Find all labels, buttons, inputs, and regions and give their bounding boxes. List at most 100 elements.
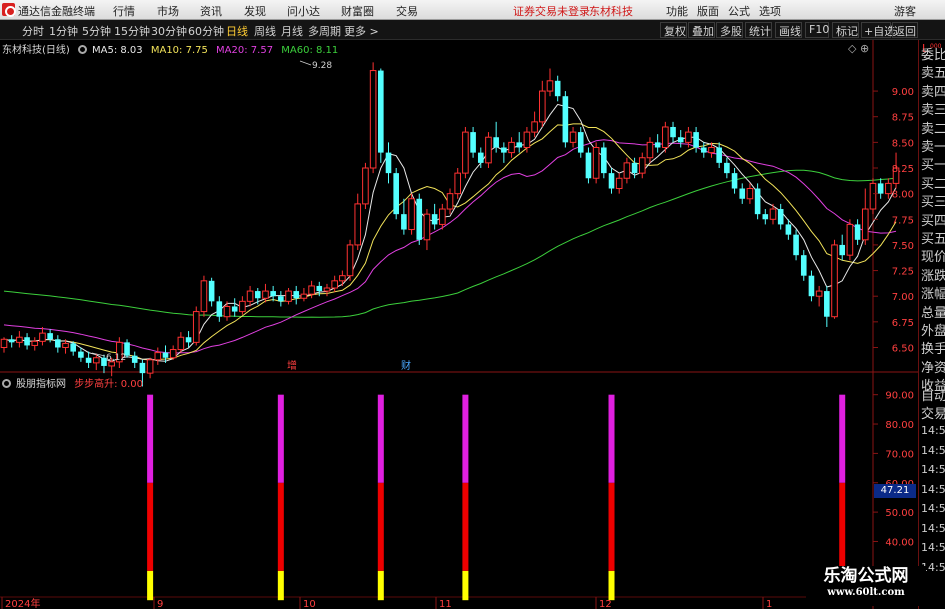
signal-bar-segment bbox=[377, 570, 384, 601]
ma20-label: MA20: 7.57 bbox=[216, 45, 274, 56]
signal-bar-segment bbox=[277, 394, 284, 483]
period-more[interactable]: 更多 > bbox=[344, 23, 379, 39]
indicator-value: 步步高升: 0.00 bbox=[74, 379, 144, 390]
add-watchlist-button[interactable]: +自选 bbox=[864, 23, 895, 39]
candle-body-down bbox=[378, 70, 384, 153]
menu-item-function[interactable]: 功能 bbox=[666, 3, 688, 19]
menu-item-layout[interactable]: 版面 bbox=[697, 3, 719, 19]
menu-item-market[interactable]: 行情 bbox=[113, 3, 135, 19]
ma5-label: MA5: 8.03 bbox=[92, 45, 143, 56]
candle-body-down bbox=[631, 162, 638, 174]
stock-chart[interactable]: 9.00 8.75 8.50 8.25 8.00 7.75 7.50 7.25 7.00 6.75… bbox=[0, 40, 918, 609]
guest-button[interactable]: 游客 bbox=[894, 3, 916, 19]
sub-settings-gear-icon[interactable] bbox=[2, 379, 11, 388]
candle-body-up bbox=[831, 244, 838, 318]
chart-toggle-icon[interactable]: ◇ ⊕ bbox=[848, 42, 869, 55]
candle-body-down bbox=[824, 291, 830, 317]
price-tick-label: 9.00 bbox=[892, 87, 914, 98]
candle-body-up bbox=[685, 131, 692, 143]
date-tick-label: 2024年 bbox=[5, 597, 40, 609]
f10-button[interactable]: F10 bbox=[809, 23, 829, 36]
trade-login-notice[interactable]: 证券交易未登录 bbox=[513, 3, 590, 19]
menu-item-markets[interactable]: 市场 bbox=[157, 3, 179, 19]
candle-body-down bbox=[78, 351, 84, 358]
period-5min[interactable]: 5分钟 bbox=[82, 23, 111, 39]
statistics-button[interactable]: 统计 bbox=[749, 23, 771, 39]
candle-body-up bbox=[454, 172, 462, 195]
candle-body-down bbox=[554, 80, 561, 97]
candle-body-up bbox=[154, 352, 162, 361]
period-1min[interactable]: 1分钟 bbox=[49, 23, 78, 39]
period-weekly[interactable]: 周线 bbox=[254, 23, 276, 39]
restore-rights-button[interactable]: 复权 bbox=[664, 23, 686, 39]
candle-body-up bbox=[546, 80, 554, 92]
candle-body-down bbox=[24, 337, 30, 346]
quote-panel: L 000 委比 卖五 卖四 卖三 卖二 卖一 买一 买二 买三 买四 买五 现价 涨跌 涨幅 总量 外盘 换手… bbox=[918, 40, 945, 609]
candle-body-up bbox=[662, 126, 669, 148]
candle-body-up bbox=[177, 336, 185, 351]
watermark-url: www.60lt.com bbox=[827, 587, 905, 598]
date-tick-label: 9 bbox=[157, 599, 163, 609]
period-intraday[interactable]: 分时 bbox=[22, 23, 44, 39]
candle-body-up bbox=[861, 208, 869, 241]
menu-item-formula[interactable]: 公式 bbox=[728, 3, 750, 19]
overlay-button[interactable]: 叠加 bbox=[692, 23, 714, 39]
menu-item-discover[interactable]: 发现 bbox=[244, 3, 266, 19]
period-daily[interactable]: 日线 bbox=[226, 23, 248, 39]
candle-body-up bbox=[846, 223, 854, 256]
marker-finance[interactable]: 财 bbox=[401, 359, 411, 372]
period-multi[interactable]: 多周期 bbox=[308, 23, 341, 39]
candle-body-up bbox=[323, 287, 331, 292]
menu-item-news[interactable]: 资讯 bbox=[200, 3, 222, 19]
menu-stock-name: 东材科技 bbox=[589, 5, 633, 18]
multi-stock-button[interactable]: 多股 bbox=[720, 23, 742, 39]
period-30min[interactable]: 30分钟 bbox=[151, 23, 187, 39]
candle-body-up bbox=[169, 349, 177, 359]
candle-body-up bbox=[200, 280, 208, 313]
candle-body-down bbox=[777, 209, 784, 225]
candle-body-up bbox=[769, 208, 777, 220]
menu-item-ask[interactable]: 问小达 bbox=[287, 3, 320, 19]
menu-item-options[interactable]: 选项 bbox=[759, 3, 781, 19]
app-logo-icon bbox=[2, 3, 16, 17]
candle-body-up bbox=[92, 357, 100, 364]
candle-body-up bbox=[446, 193, 454, 210]
candle-body-down bbox=[793, 234, 799, 256]
price-axis: 9.00 8.75 8.50 8.25 8.00 7.75 7.50 7.25 7.00 6.75… bbox=[873, 87, 914, 354]
candle-body-down bbox=[393, 173, 399, 215]
mark-button[interactable]: 标记 bbox=[836, 23, 858, 39]
menu-bar: 通达信金融终端 行情 市场 资讯 发现 问小达 财富圈 交易 证券交易未登录 东… bbox=[0, 0, 945, 20]
settings-gear-icon[interactable] bbox=[78, 45, 87, 54]
candle-body-down bbox=[185, 337, 192, 343]
ma10-label: MA10: 7.75 bbox=[150, 45, 208, 56]
menu-item-wealth[interactable]: 财富圈 bbox=[341, 3, 374, 19]
quote-row-label[interactable]: 自动 bbox=[921, 385, 945, 404]
candle-body-down bbox=[516, 142, 523, 148]
candle-body-down bbox=[754, 188, 761, 215]
signal-bar-segment bbox=[277, 570, 284, 601]
quote-row-label[interactable]: 交易 bbox=[921, 403, 945, 422]
candle-body-up bbox=[423, 213, 431, 241]
chart-annotations: 9.28 6.12 增 财 bbox=[91, 60, 411, 372]
menu-item-trade[interactable]: 交易 bbox=[396, 3, 418, 19]
stock-title: 东材科技(日线) bbox=[2, 45, 70, 56]
period-60min[interactable]: 60分钟 bbox=[188, 23, 224, 39]
candle-body-up bbox=[523, 131, 531, 148]
candle-body-down bbox=[216, 301, 223, 317]
marker-increase[interactable]: 增 bbox=[287, 359, 297, 372]
period-15min[interactable]: 15分钟 bbox=[114, 23, 150, 39]
candle-body-down bbox=[762, 214, 769, 220]
candle-body-up bbox=[815, 290, 823, 297]
back-button[interactable]: 返回 bbox=[894, 23, 916, 39]
period-monthly[interactable]: 月线 bbox=[281, 23, 303, 39]
low-price-label: 6.12 bbox=[106, 353, 126, 363]
candle-body-down bbox=[85, 357, 92, 363]
signal-bar-segment bbox=[608, 482, 615, 571]
candle-body-up bbox=[539, 90, 546, 123]
candle-body-down bbox=[254, 291, 261, 299]
candle-body-up bbox=[339, 275, 346, 282]
draw-line-button[interactable]: 画线 bbox=[779, 23, 801, 39]
signal-bar-segment bbox=[147, 394, 154, 483]
cursor-price-tag: 47.21 bbox=[874, 484, 916, 498]
candle-body-down bbox=[670, 126, 676, 138]
